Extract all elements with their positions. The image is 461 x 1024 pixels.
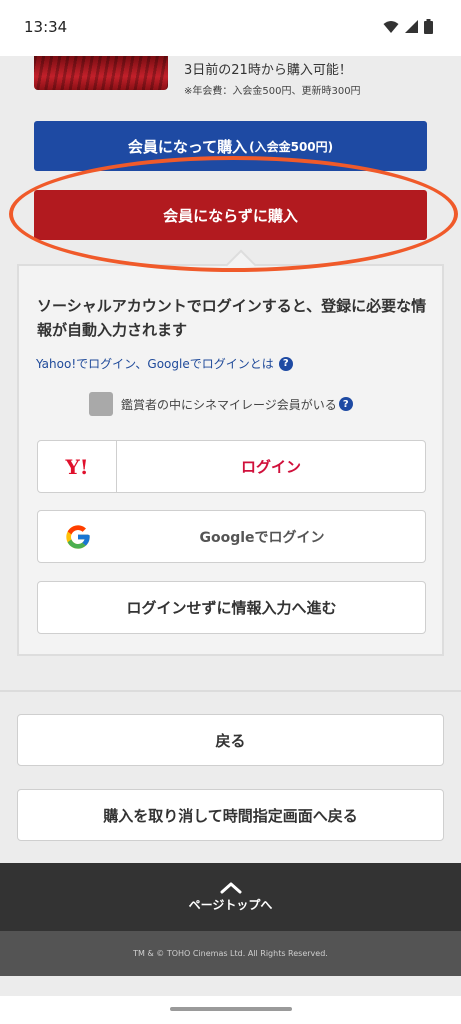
- google-login-button[interactable]: Googleでログイン: [37, 510, 426, 563]
- chevron-up-icon: [220, 882, 241, 894]
- social-login-info-label: Yahoo!でログイン、Googleでログインとは: [36, 357, 274, 371]
- footer-page-top-bar: ページトップへ: [0, 863, 461, 931]
- status-bar: 13:34: [0, 0, 461, 56]
- signal-icon: [405, 20, 418, 33]
- back-button[interactable]: 戻る: [17, 714, 444, 766]
- help-icon[interactable]: ?: [338, 397, 353, 411]
- cancel-purchase-label: 購入を取り消して時間指定画面へ戻る: [103, 806, 358, 825]
- status-icons: [383, 19, 433, 34]
- panel-pointer: [225, 249, 257, 281]
- section-divider: [0, 690, 461, 692]
- cinemileage-member-label: 鑑賞者の中にシネマイレージ会員がいる: [121, 397, 337, 412]
- page-top-label: ページトップへ: [188, 898, 273, 912]
- promo-section: 3日前の21時から購入可能！ ※年会費：入会金500円、更新時300円: [0, 56, 461, 98]
- page-top-link[interactable]: ページトップへ: [0, 863, 461, 931]
- gesture-handle[interactable]: [170, 1007, 292, 1011]
- cinemileage-member-checkbox-row[interactable]: 鑑賞者の中にシネマイレージ会員がいる ?: [89, 392, 353, 416]
- social-login-info-link[interactable]: Yahoo!でログイン、Googleでログインとは ?: [36, 355, 293, 372]
- footer-copyright-bar: TM & © TOHO Cinemas Ltd. All Rights Rese…: [0, 931, 461, 976]
- wifi-icon: [383, 20, 399, 33]
- guest-purchase-button[interactable]: 会員にならずに購入: [34, 190, 427, 240]
- promo-fee-note: ※年会費：入会金500円、更新時300円: [184, 86, 361, 97]
- member-purchase-label: 会員になって購入: [127, 137, 248, 156]
- copyright-text: TM & © TOHO Cinemas Ltd. All Rights Rese…: [133, 949, 328, 958]
- theater-seats-image: [34, 56, 168, 90]
- skip-login-label: ログインせずに情報入力へ進む: [126, 599, 337, 617]
- social-login-panel: ソーシャルアカウントでログインすると、登録に必要な情報が自動入力されます Yah…: [17, 249, 444, 656]
- cancel-purchase-button[interactable]: 購入を取り消して時間指定画面へ戻る: [17, 789, 444, 841]
- member-purchase-note: (入会金500円): [249, 139, 334, 154]
- guest-purchase-label: 会員にならずに購入: [163, 206, 298, 225]
- system-navigation-area: [0, 996, 461, 1024]
- cinemileage-member-checkbox[interactable]: [89, 392, 113, 416]
- google-login-label: Googleでログイン: [199, 529, 325, 546]
- google-logo-icon: [38, 511, 117, 562]
- member-purchase-button[interactable]: 会員になって購入 (入会金500円): [34, 121, 427, 171]
- status-time: 13:34: [24, 18, 68, 36]
- social-login-heading: ソーシャルアカウントでログインすると、登録に必要な情報が自動入力されます: [37, 297, 427, 339]
- skip-login-button[interactable]: ログインせずに情報入力へ進む: [37, 581, 426, 634]
- battery-icon: [424, 19, 433, 34]
- back-button-label: 戻る: [215, 731, 246, 750]
- help-icon[interactable]: ?: [278, 356, 293, 371]
- promo-availability-text: 3日前の21時から購入可能！: [184, 63, 352, 78]
- yahoo-login-button[interactable]: Y! ログイン: [37, 440, 426, 493]
- yahoo-login-label: ログイン: [240, 458, 301, 476]
- yahoo-logo-icon: Y!: [38, 441, 117, 492]
